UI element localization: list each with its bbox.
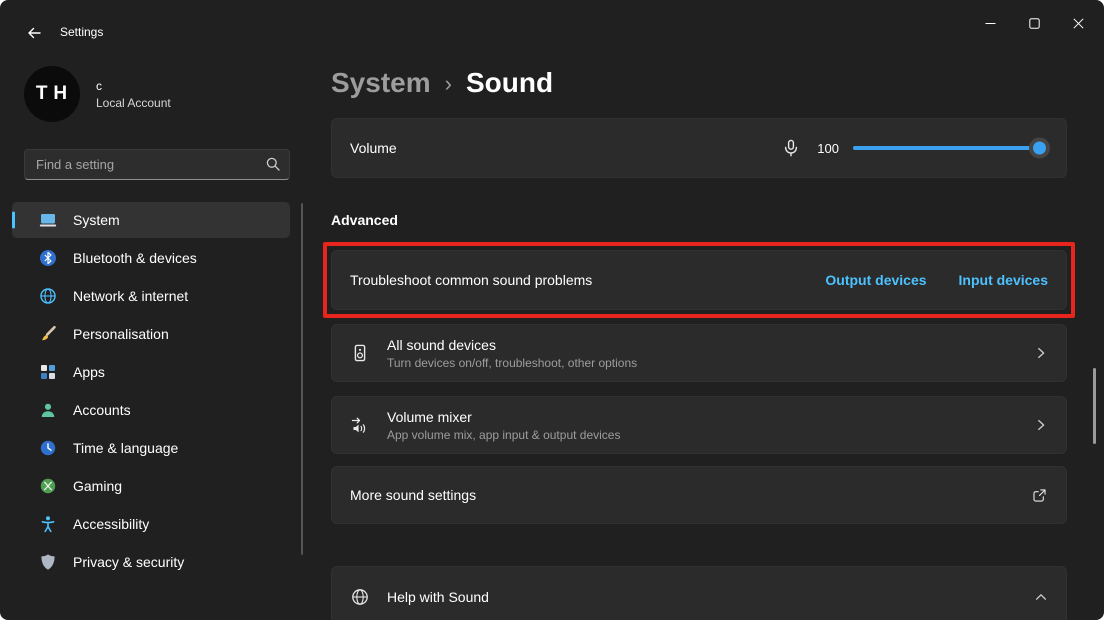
close-button[interactable]	[1056, 6, 1100, 40]
maximize-button[interactable]	[1012, 6, 1056, 40]
microphone-icon[interactable]	[781, 138, 801, 158]
sidebar-item-label: Bluetooth & devices	[73, 250, 197, 266]
troubleshoot-section: Troubleshoot common sound problems Outpu…	[331, 250, 1067, 310]
time-language-icon	[38, 438, 58, 458]
main-scrollbar[interactable]	[1093, 368, 1096, 444]
more-sound-settings-card[interactable]: More sound settings	[331, 466, 1067, 524]
volume-value: 100	[815, 141, 839, 156]
volume-mixer-card[interactable]: Volume mixer App volume mix, app input &…	[331, 396, 1067, 454]
volume-card: Volume 100	[331, 118, 1067, 178]
settings-window: Settings TH c Local Account	[0, 0, 1104, 620]
sidebar-item-accessibility[interactable]: Accessibility	[12, 506, 290, 542]
close-icon	[1073, 18, 1084, 29]
sidebar-nav: System Bluetooth & devices Network & int…	[0, 200, 302, 582]
sidebar-item-gaming[interactable]: Gaming	[12, 468, 290, 504]
chevron-right-icon	[1034, 346, 1048, 360]
external-link-icon	[1031, 487, 1048, 504]
sidebar-item-label: Privacy & security	[73, 554, 184, 570]
privacy-icon	[38, 552, 58, 572]
breadcrumb-separator: ›	[445, 71, 452, 97]
search-icon	[265, 156, 281, 177]
advanced-heading: Advanced	[331, 212, 1067, 230]
gaming-icon	[38, 476, 58, 496]
system-icon	[38, 210, 58, 230]
sidebar-item-label: Time & language	[73, 440, 178, 456]
search-box	[24, 149, 290, 180]
speaker-device-icon	[350, 343, 370, 363]
help-card[interactable]: Help with Sound	[331, 566, 1067, 620]
sidebar-item-personalisation[interactable]: Personalisation	[12, 316, 290, 352]
input-devices-link[interactable]: Input devices	[959, 272, 1048, 288]
avatar-initials: TH	[36, 83, 73, 105]
user-meta: c Local Account	[96, 79, 171, 110]
search-input[interactable]	[24, 149, 290, 180]
help-label: Help with Sound	[387, 589, 489, 605]
sidebar-item-label: Network & internet	[73, 288, 188, 304]
sidebar-item-label: Accounts	[73, 402, 131, 418]
app-title: Settings	[60, 25, 103, 39]
volume-slider-fill	[853, 146, 1048, 150]
sidebar-scrollbar[interactable]	[301, 203, 303, 555]
sidebar-item-privacy-security[interactable]: Privacy & security	[12, 544, 290, 580]
volume-slider[interactable]	[853, 137, 1048, 159]
more-sound-settings-label: More sound settings	[350, 487, 476, 503]
main-content: System › Sound Volume 100 Advanced	[331, 48, 1067, 620]
chevron-right-icon	[1034, 418, 1048, 432]
page-title: Sound	[466, 67, 553, 99]
account-type: Local Account	[96, 96, 171, 110]
titlebar: Settings	[0, 0, 1104, 48]
network-icon	[38, 286, 58, 306]
sidebar-item-accounts[interactable]: Accounts	[12, 392, 290, 428]
minimize-icon	[985, 18, 996, 29]
sidebar-item-bluetooth-devices[interactable]: Bluetooth & devices	[12, 240, 290, 276]
breadcrumb: System › Sound	[331, 64, 1067, 102]
help-globe-icon	[350, 587, 370, 607]
sidebar-item-label: Apps	[73, 364, 105, 380]
bluetooth-icon	[38, 248, 58, 268]
sidebar-item-time-language[interactable]: Time & language	[12, 430, 290, 466]
breadcrumb-system[interactable]: System	[331, 67, 431, 99]
sidebar-item-apps[interactable]: Apps	[12, 354, 290, 390]
output-devices-link[interactable]: Output devices	[825, 272, 926, 288]
card-text: All sound devices Turn devices on/off, t…	[387, 337, 637, 370]
sidebar-item-network-internet[interactable]: Network & internet	[12, 278, 290, 314]
troubleshoot-card: Troubleshoot common sound problems Outpu…	[331, 250, 1067, 310]
window-controls	[968, 6, 1100, 40]
volume-mixer-icon	[350, 415, 370, 435]
sidebar-item-label: Gaming	[73, 478, 122, 494]
all-sound-devices-title: All sound devices	[387, 337, 637, 353]
minimize-button[interactable]	[968, 6, 1012, 40]
personalisation-icon	[38, 324, 58, 344]
accounts-icon	[38, 400, 58, 420]
troubleshoot-label: Troubleshoot common sound problems	[350, 272, 592, 288]
apps-icon	[38, 362, 58, 382]
user-name: c	[96, 79, 171, 93]
selected-indicator	[12, 212, 15, 229]
volume-controls: 100	[781, 137, 1048, 159]
all-sound-devices-subtitle: Turn devices on/off, troubleshoot, other…	[387, 356, 637, 370]
troubleshoot-links: Output devices Input devices	[825, 272, 1048, 288]
sidebar-item-label: Accessibility	[73, 516, 149, 532]
all-sound-devices-card[interactable]: All sound devices Turn devices on/off, t…	[331, 324, 1067, 382]
sidebar-item-system[interactable]: System	[12, 202, 290, 238]
user-account[interactable]: TH c Local Account	[24, 66, 171, 122]
back-arrow-icon	[26, 25, 42, 41]
back-button[interactable]	[18, 20, 50, 46]
maximize-icon	[1029, 18, 1040, 29]
volume-slider-track	[853, 146, 1048, 150]
volume-slider-thumb[interactable]	[1029, 138, 1050, 159]
chevron-up-icon	[1034, 590, 1048, 604]
sidebar-item-label: System	[73, 212, 120, 228]
volume-mixer-title: Volume mixer	[387, 409, 620, 425]
help-row: Help with Sound	[350, 583, 1048, 611]
avatar: TH	[24, 66, 80, 122]
card-text: Volume mixer App volume mix, app input &…	[387, 409, 620, 442]
volume-mixer-subtitle: App volume mix, app input & output devic…	[387, 428, 620, 442]
volume-label: Volume	[350, 140, 397, 156]
sidebar: TH c Local Account System	[0, 48, 316, 620]
accessibility-icon	[38, 514, 58, 534]
sidebar-item-label: Personalisation	[73, 326, 169, 342]
